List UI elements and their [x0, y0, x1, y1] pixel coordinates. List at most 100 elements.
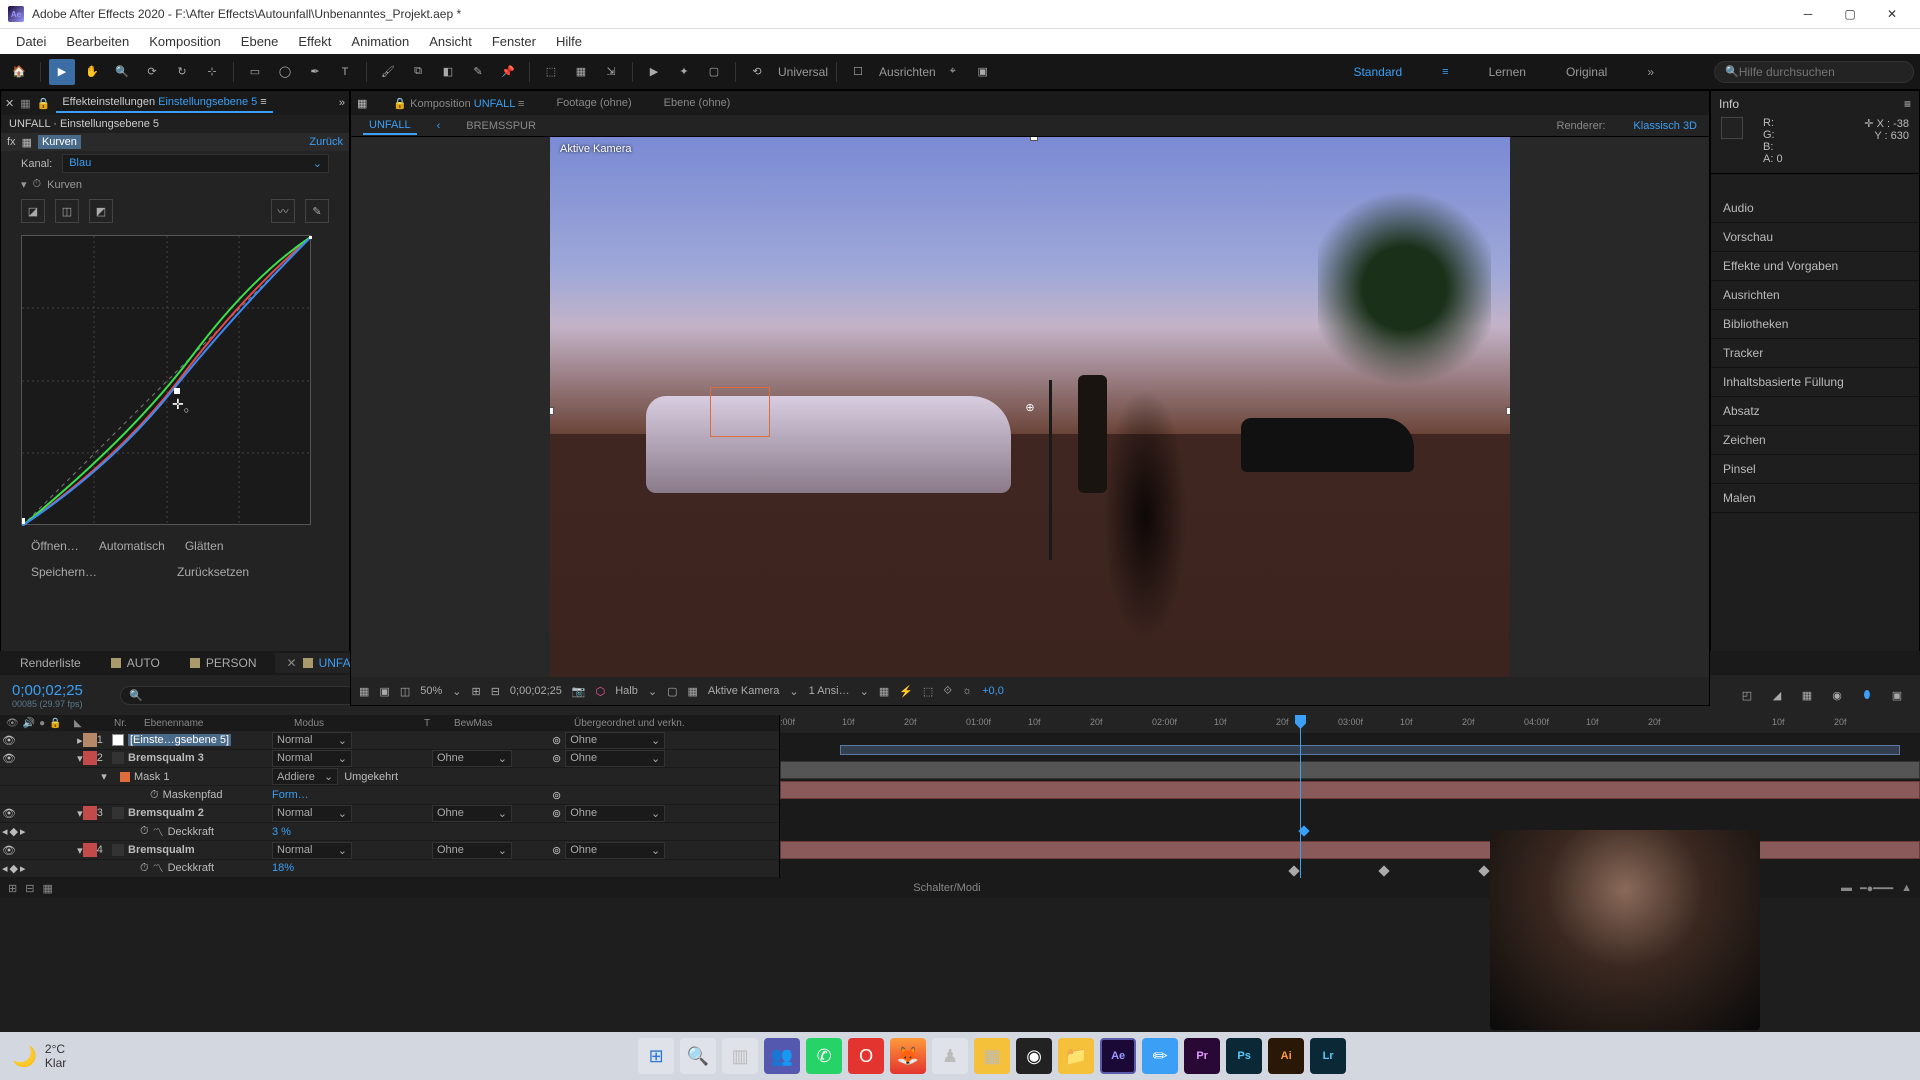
color-button[interactable]: ⬡: [596, 685, 606, 698]
graph-icon[interactable]: 〽: [153, 824, 164, 840]
frame-blend-icon[interactable]: ▦: [1796, 684, 1818, 706]
chevron-down-icon[interactable]: ⌄: [452, 685, 461, 698]
workspace-overflow[interactable]: »: [1647, 65, 1654, 79]
tl-tab-renderliste[interactable]: Renderliste: [8, 653, 93, 673]
res-button[interactable]: ⊞: [471, 685, 480, 698]
view-axis[interactable]: ▢: [701, 59, 727, 85]
layer-bar-1[interactable]: [780, 761, 1920, 779]
teams-icon[interactable]: 👥: [764, 1038, 800, 1074]
panel-ausrichten[interactable]: Ausrichten: [1711, 281, 1919, 310]
panel-menu-icon[interactable]: ≡: [518, 98, 524, 110]
curves-auto-button[interactable]: Automatisch: [99, 539, 165, 553]
alpha-button[interactable]: ▦: [359, 685, 369, 698]
curves-reset-button[interactable]: Zurücksetzen: [177, 565, 249, 579]
stopwatch-icon[interactable]: ⏱: [33, 178, 42, 191]
ellipse-tool[interactable]: ◯: [272, 59, 298, 85]
app-icon-3[interactable]: ✏: [1142, 1038, 1178, 1074]
fx-reset-link[interactable]: Zurück: [309, 136, 343, 148]
bewmas-dropdown[interactable]: Ohne⌄: [432, 805, 512, 822]
toggle-modes-icon[interactable]: ⊟: [25, 882, 34, 895]
orbit-tool[interactable]: ⟳: [139, 59, 165, 85]
col-t[interactable]: T: [420, 718, 450, 729]
label-header-icon[interactable]: ◣: [74, 718, 82, 729]
panel-vorschau[interactable]: Vorschau: [1711, 223, 1919, 252]
comp-tab[interactable]: 🔒 Komposition UNFALL ≡: [387, 94, 530, 113]
comp-subtab-bremsspur[interactable]: BREMSSPUR: [460, 118, 542, 134]
local-axis[interactable]: ▶: [641, 59, 667, 85]
res-dropdown[interactable]: Halb: [615, 685, 638, 697]
handle-top[interactable]: [1030, 137, 1038, 141]
col-bewmas[interactable]: BewMas: [450, 718, 570, 729]
maximize-button[interactable]: ▢: [1830, 0, 1870, 28]
curve-mode-3[interactable]: ◩: [89, 199, 113, 223]
time-ruler[interactable]: :00f 10f 20f 01:00f 10f 20f 02:00f 10f 2…: [780, 715, 1920, 733]
fx-header-row[interactable]: fx ▦ Kurven Zurück: [1, 133, 349, 151]
exposure-reset[interactable]: ☼: [962, 685, 972, 697]
playhead[interactable]: [1300, 715, 1301, 878]
pickwhip-icon[interactable]: ⊚: [552, 734, 561, 747]
motion-blur-icon[interactable]: ◉: [1826, 684, 1848, 706]
pickwhip-icon[interactable]: ⊚: [552, 844, 561, 857]
explorer-icon[interactable]: 📁: [1058, 1038, 1094, 1074]
curves-editor[interactable]: ✛○: [21, 235, 311, 525]
handle-right[interactable]: [1506, 407, 1510, 415]
comp-panel-icon[interactable]: ▦: [357, 97, 367, 110]
comp-viewer[interactable]: Aktive Kamera ⊕: [351, 137, 1709, 677]
panel-pinsel[interactable]: Pinsel: [1711, 455, 1919, 484]
panel-zeichen[interactable]: Zeichen: [1711, 426, 1919, 455]
zoom-value[interactable]: 50%: [420, 685, 442, 697]
mask-row[interactable]: ▾ Mask 1 Addiere⌄ Umgekehrt: [0, 768, 779, 786]
close-button[interactable]: ✕: [1872, 0, 1912, 28]
magnet-icon[interactable]: ⌖: [940, 59, 966, 85]
region-button[interactable]: ▢: [667, 685, 677, 698]
solo-header-icon[interactable]: ●: [39, 718, 45, 729]
workspace-original[interactable]: Original: [1566, 65, 1607, 79]
panel-menu-icon[interactable]: ≡: [260, 96, 266, 108]
panel-bibliotheken[interactable]: Bibliotheken: [1711, 310, 1919, 339]
firefox-icon[interactable]: 🦊: [890, 1038, 926, 1074]
menu-effekt[interactable]: Effekt: [288, 30, 341, 53]
chevron-down-icon[interactable]: ⌄: [860, 685, 869, 698]
curves-smooth-button[interactable]: Glätten: [185, 539, 224, 553]
eye-icon[interactable]: 👁: [2, 844, 16, 857]
eraser-tool[interactable]: ◧: [435, 59, 461, 85]
chevron-left-icon[interactable]: ‹: [437, 120, 441, 132]
mode-dropdown[interactable]: Normal⌄: [272, 732, 352, 749]
puppet-tool[interactable]: ⬚: [538, 59, 564, 85]
box-icon[interactable]: ▣: [970, 59, 996, 85]
lock-icon[interactable]: 🔒: [37, 97, 51, 110]
chevron-down-icon[interactable]: ⌄: [789, 685, 798, 698]
mask-path-row[interactable]: ⏱Maskenpfad Form… ⊚: [0, 786, 779, 804]
eye-header-icon[interactable]: 👁: [6, 718, 19, 729]
views-dropdown[interactable]: 1 Ansi…: [809, 685, 850, 697]
start-button[interactable]: ⊞: [638, 1038, 674, 1074]
snap-toggle[interactable]: ⟲: [744, 59, 770, 85]
app-icon-2[interactable]: ▦: [974, 1038, 1010, 1074]
bewmas-dropdown[interactable]: Ohne⌄: [432, 842, 512, 859]
pickwhip-icon[interactable]: ⊚: [552, 807, 561, 820]
kanal-dropdown[interactable]: Blau ⌄: [62, 154, 329, 173]
minimize-button[interactable]: ─: [1788, 0, 1828, 28]
zoom-tool[interactable]: 🔍: [109, 59, 135, 85]
mode-dropdown[interactable]: Normal⌄: [272, 842, 352, 859]
curve-mode-1[interactable]: ◪: [21, 199, 45, 223]
3d-button[interactable]: ⬚: [923, 685, 933, 698]
col-parent[interactable]: Übergeordnet und verkn.: [570, 718, 720, 729]
parent-dropdown[interactable]: Ohne⌄: [565, 750, 665, 767]
menu-ansicht[interactable]: Ansicht: [419, 30, 482, 53]
col-name[interactable]: Ebenenname: [140, 718, 290, 729]
axis-tool[interactable]: ⇲: [598, 59, 624, 85]
weather-widget[interactable]: 🌙 2°C Klar: [12, 1042, 66, 1070]
whatsapp-icon[interactable]: ✆: [806, 1038, 842, 1074]
menu-hilfe[interactable]: Hilfe: [546, 30, 592, 53]
draft-button[interactable]: ⟐: [943, 685, 952, 698]
panel-malen[interactable]: Malen: [1711, 484, 1919, 513]
curve-tool-bezier[interactable]: 〰: [271, 199, 295, 223]
layer-row-3[interactable]: 👁 ▾ 3 Bremsqualm 2 Normal⌄ Ohne⌄ ⊚Ohne⌄: [0, 805, 779, 823]
effect-controls-tab[interactable]: Effekteinstellungen Einstellungsebene 5 …: [56, 93, 272, 113]
layer-row-2[interactable]: 👁 ▾ 2 Bremsqualm 3 Normal⌄ Ohne⌄ ⊚Ohne⌄: [0, 750, 779, 768]
workspace-menu-icon[interactable]: ≡: [1442, 66, 1448, 78]
menu-fenster[interactable]: Fenster: [482, 30, 546, 53]
zoom-slider[interactable]: ━●━━━: [1860, 882, 1893, 895]
next-kf-icon[interactable]: ▸: [20, 825, 26, 838]
